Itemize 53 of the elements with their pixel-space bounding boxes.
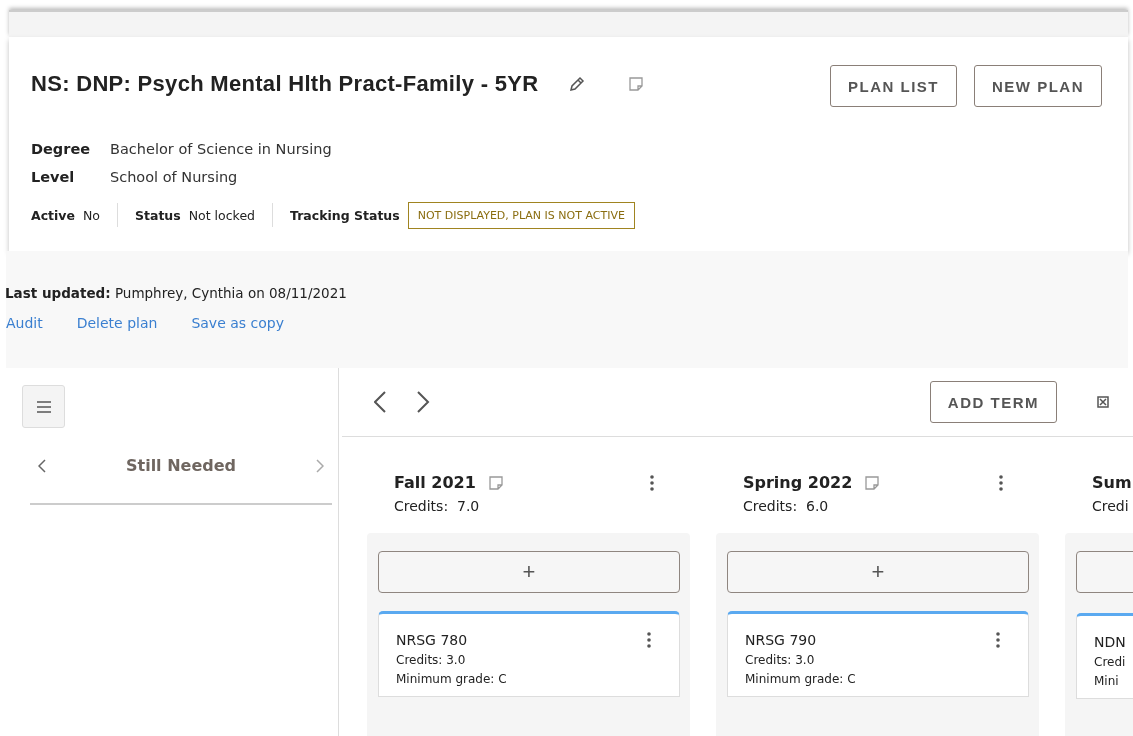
status-label: Status (135, 207, 181, 223)
note-icon[interactable] (864, 474, 881, 491)
add-course-button[interactable]: + (727, 551, 1029, 594)
action-link[interactable]: Audit (6, 315, 43, 331)
action-link[interactable]: Delete plan (76, 315, 158, 331)
course-credits: Credits: 3.0 (745, 653, 816, 668)
status-value: Not locked (188, 207, 255, 223)
course-code: NDN (1094, 634, 1126, 651)
course-credits: Credi (1094, 655, 1127, 670)
action-link[interactable]: Save as copy (191, 315, 284, 331)
detail-label: Level (31, 169, 76, 185)
plan-title: NS: DNP: Psych Mental Hlth Pract-Family - 5YR (31, 71, 539, 97)
course-code: NRSG 780 (396, 632, 468, 649)
menu-button[interactable] (22, 385, 65, 428)
note-icon[interactable] (628, 76, 645, 92)
tracking-status-badge: NOT DISPLAYED, PLAN IS NOT ACTIVE (407, 201, 635, 229)
course-card[interactable]: NRSG 790 Credits: 3.0 Minimum grade: C (727, 611, 1029, 698)
pencil-icon[interactable] (568, 75, 587, 93)
plan-button[interactable]: PLAN LIST (830, 65, 957, 107)
note-icon[interactable] (487, 474, 504, 491)
last-updated-text: Last updated: Pumphrey, Cynthia on 08/11/2021 (5, 285, 348, 301)
add-course-button[interactable]: + (378, 551, 680, 594)
more-vertical-icon[interactable] (650, 474, 654, 491)
term-credits: Credits: 7.0 (393, 497, 481, 515)
course-card[interactable]: NRSG 780 Credits: 3.0 Minimum grade: C (378, 611, 680, 698)
status-label: Active (31, 207, 75, 223)
term-credits: Credits: 6.0 (742, 497, 830, 515)
chevron-right-icon[interactable] (417, 391, 430, 414)
course-code: NRSG 790 (745, 632, 817, 649)
add-term-button[interactable]: ADD TERM (929, 381, 1057, 424)
course-credits: Credits: 3.0 (396, 653, 467, 668)
detail-value: School of Nursing (110, 169, 238, 185)
term-credits: Credi (1091, 497, 1130, 515)
term-name: Sum (1092, 473, 1132, 493)
chevron-left-icon[interactable] (38, 458, 46, 473)
status-label: Tracking Status (290, 207, 400, 223)
more-vertical-icon[interactable] (996, 632, 1000, 649)
expand-icon[interactable] (1097, 396, 1109, 409)
plan-button[interactable]: NEW PLAN (974, 65, 1102, 107)
more-vertical-icon[interactable] (999, 474, 1003, 491)
status-value: No (83, 207, 100, 223)
detail-value: Bachelor of Science in Nursing (110, 141, 332, 157)
menu-icon (36, 400, 51, 413)
term-name: Fall 2021 (394, 473, 476, 493)
course-grade: Minimum grade: C (396, 672, 508, 687)
more-vertical-icon[interactable] (647, 632, 651, 649)
chevron-left-icon[interactable] (374, 391, 387, 414)
sidebar-title: Still Needed (125, 456, 236, 475)
course-grade: Mini (1094, 674, 1120, 689)
course-card[interactable]: NDN Credi Mini (1076, 613, 1133, 700)
detail-label: Degree (31, 141, 92, 157)
term-name: Spring 2022 (743, 473, 853, 493)
course-grade: Minimum grade: C (745, 672, 857, 687)
